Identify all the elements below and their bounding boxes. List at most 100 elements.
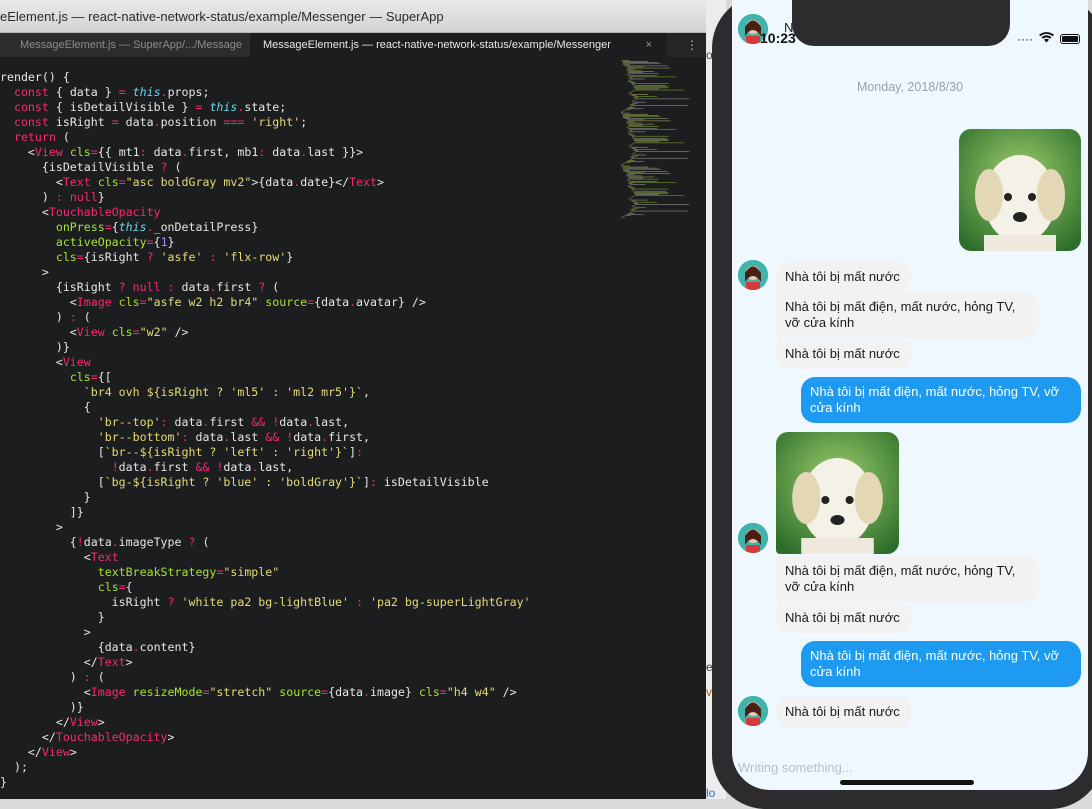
minimap-line — [631, 143, 634, 145]
minimap-line — [630, 129, 676, 130]
message-bubble-left[interactable]: Nhà tôi bị mất nước — [776, 697, 912, 727]
minimap-line — [622, 168, 661, 170]
minimap-line — [635, 194, 659, 195]
minimap-line — [622, 63, 661, 64]
code-line: {isRight ? null : data.first ? ( — [0, 280, 280, 294]
minimap-line — [631, 208, 639, 210]
minimap-line — [622, 64, 630, 66]
minimap-line — [626, 214, 644, 215]
minimap-line — [631, 137, 634, 138]
code-area[interactable]: render() { const { data } = this.props; … — [0, 70, 610, 799]
minimap-line — [628, 186, 633, 188]
minimap-line — [628, 185, 631, 187]
message-bubble-left[interactable]: Nhà tôi bị mất nước — [776, 339, 912, 369]
minimap-line — [628, 120, 671, 122]
minimap-line — [626, 122, 642, 124]
minimap-line — [633, 96, 657, 97]
window-titlebar[interactable]: eElement.js — react-native-network-statu… — [0, 0, 706, 33]
home-indicator[interactable] — [840, 780, 974, 785]
minimap-line — [628, 123, 655, 125]
minimap-line — [626, 119, 645, 121]
minimap-line — [622, 116, 661, 117]
code-line: <Text cls="asc boldGray mv2">{data.date}… — [0, 175, 384, 189]
code-line: return ( — [13, 130, 70, 144]
tab-label: MessageElement.js — SuperApp/.../Message — [20, 39, 242, 51]
tab-messageelement-superapp[interactable]: MessageElement.js — SuperApp/.../Message — [0, 33, 250, 57]
minimap-line — [633, 149, 657, 150]
minimap-line — [628, 178, 659, 180]
minimap-line — [622, 117, 630, 118]
code-line: } — [0, 775, 7, 789]
minimap-line — [626, 66, 645, 68]
minimap-line — [622, 163, 625, 165]
minimap-line — [622, 115, 658, 116]
minimap-line — [631, 157, 688, 159]
tab-label: MessageElement.js — react-native-network… — [263, 39, 611, 51]
message-bubble-left[interactable]: Nhà tôi bị mất nước — [776, 603, 912, 633]
minimap-line — [630, 131, 646, 133]
minimap-line — [628, 198, 631, 200]
minimap-line — [635, 88, 659, 90]
puppy-photo-message[interactable] — [776, 432, 899, 554]
code-line: <View — [0, 355, 91, 369]
minimap-line — [628, 126, 659, 127]
minimap-line — [633, 150, 639, 151]
minimap-line — [630, 82, 636, 83]
code-line: </View> — [0, 715, 105, 729]
minimap-line — [630, 182, 676, 183]
minimap-line — [633, 97, 639, 99]
minimap-line — [633, 207, 647, 209]
code-line: </TouchableOpacity> — [0, 730, 175, 744]
minimap-line — [626, 174, 635, 176]
close-icon[interactable]: × — [646, 33, 652, 57]
message-bubble-right[interactable]: Nhà tôi bị mất điện, mất nước, hỏng TV, … — [801, 377, 1081, 423]
minimap-line — [624, 109, 631, 111]
minimap-line — [631, 153, 634, 155]
minimap-line — [621, 164, 623, 166]
minimap-line — [621, 165, 630, 167]
minimap-line — [628, 72, 644, 73]
minimap-line — [631, 200, 637, 202]
minimap-line — [633, 101, 647, 103]
message-input[interactable]: Writing something... — [738, 760, 853, 775]
code-line: ) : ( — [0, 670, 105, 684]
message-bubble-left[interactable]: Nhà tôi bị mất nước — [776, 262, 912, 292]
message-bubble-left[interactable]: Nhà tôi bị mất điện, mất nước, hỏng TV, … — [776, 556, 1039, 602]
minimap-line — [631, 206, 634, 207]
code-line: `br4 ovh ${isRight ? 'ml5' : 'ml2 mr5'}`… — [83, 385, 370, 399]
minimap[interactable] — [615, 58, 705, 218]
minimap-line — [624, 171, 668, 172]
minimap-line — [631, 196, 634, 198]
code-line: onPress={this._onDetailPress} — [55, 220, 259, 234]
minimap-line — [633, 201, 657, 203]
puppy-photo-message[interactable] — [959, 129, 1081, 251]
minimap-line — [628, 212, 635, 214]
tab-messageelement-messenger[interactable]: MessageElement.js — react-native-network… — [250, 33, 666, 57]
message-bubble-right[interactable]: Nhà tôi bị mất điện, mất nước, hỏng TV, … — [801, 641, 1081, 687]
minimap-line — [635, 204, 690, 205]
more-options-icon[interactable]: ⋮ — [686, 33, 698, 57]
minimap-line — [626, 121, 635, 123]
code-editor-window: eElement.js — react-native-network-statu… — [0, 0, 706, 799]
minimap-line — [628, 176, 655, 178]
minimap-line — [633, 142, 684, 144]
contact-avatar[interactable] — [738, 260, 768, 290]
code-line: {!data.imageType ? ( — [0, 535, 210, 549]
minimap-line — [630, 187, 636, 189]
minimap-line — [628, 177, 644, 179]
contact-avatar[interactable] — [738, 523, 768, 553]
minimap-line — [633, 87, 668, 89]
minimap-line — [628, 181, 657, 182]
message-bubble-left[interactable]: Nhà tôi bị mất điện, mất nước, hỏng TV, … — [776, 292, 1039, 338]
minimap-line — [628, 75, 657, 77]
minimap-line — [633, 195, 684, 196]
code-line: const isRight = data.position === 'right… — [13, 115, 308, 129]
code-line: ) : ( — [0, 310, 91, 324]
minimap-line — [626, 175, 642, 177]
minimap-line — [631, 95, 637, 96]
code-line: render() { — [0, 70, 70, 84]
window-title: eElement.js — react-native-network-statu… — [0, 9, 444, 24]
minimap-line — [631, 210, 688, 212]
contact-avatar[interactable] — [738, 696, 768, 726]
minimap-line — [630, 104, 635, 105]
